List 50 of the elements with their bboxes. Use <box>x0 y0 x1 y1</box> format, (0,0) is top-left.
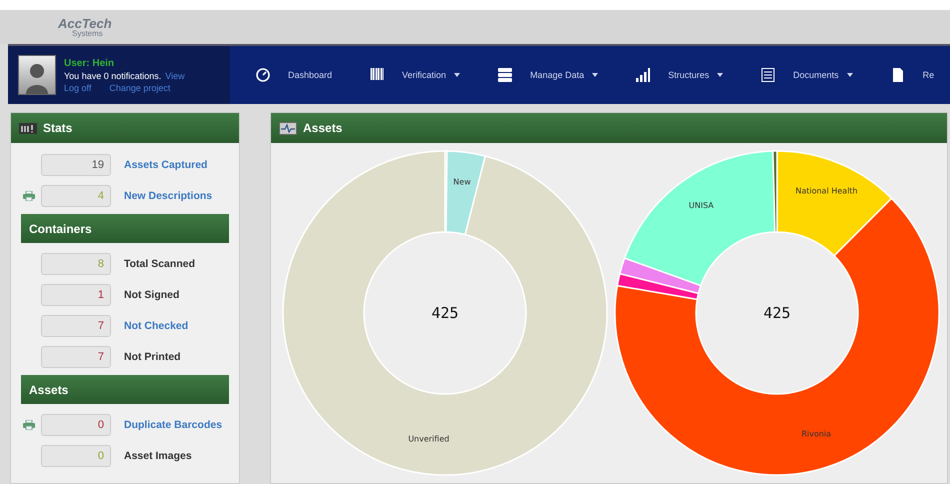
total-count: 425 <box>431 304 459 322</box>
gauge-icon[interactable] <box>256 68 270 82</box>
signal-bars-icon[interactable] <box>636 68 650 82</box>
slice-label: New <box>453 178 471 187</box>
printer-icon[interactable] <box>23 190 35 200</box>
stat-label: Asset Images <box>124 450 192 462</box>
server-icon[interactable] <box>498 68 512 82</box>
section-header: Assets <box>21 375 229 404</box>
section-header: Containers <box>21 214 229 243</box>
avatar-silhouette <box>18 55 56 95</box>
count-box: 0 <box>41 414 111 436</box>
stat-link[interactable]: Assets Captured <box>124 158 208 170</box>
user-link[interactable]: Log off <box>64 82 92 92</box>
count-box: 7 <box>41 346 111 368</box>
stat-link[interactable]: Duplicate Barcodes <box>124 418 222 430</box>
barcode-icon[interactable] <box>370 68 384 82</box>
printer-icon[interactable] <box>23 420 35 430</box>
nav-item[interactable]: Structures <box>610 46 736 104</box>
stat-label: Not Signed <box>124 288 180 300</box>
panel-title: Assets <box>303 121 342 135</box>
company-logo: AccTech Systems <box>58 16 112 38</box>
list-document-icon[interactable] <box>761 68 776 82</box>
stat-link[interactable]: Not Checked <box>124 320 188 332</box>
stat-label: Not Printed <box>124 350 181 362</box>
slice-label: Rivonia <box>801 429 832 438</box>
file-icon[interactable] <box>890 68 905 82</box>
count-box: 1 <box>41 284 111 306</box>
stat-link[interactable]: New Descriptions <box>124 190 212 202</box>
slice-label: Unverified <box>408 434 450 444</box>
slice-label: National Health <box>795 186 858 196</box>
count-box: 8 <box>41 252 111 274</box>
panel-title: Stats <box>43 121 72 135</box>
nav-item[interactable]: Re <box>864 46 946 104</box>
nav-item[interactable]: Verification <box>344 46 472 104</box>
notifications-text: You have 0 notifications. <box>64 70 162 80</box>
count-box: 4 <box>41 184 111 206</box>
total-count: 425 <box>763 304 791 322</box>
user-link[interactable]: Change project <box>109 82 170 92</box>
user-name: User: Hein <box>64 58 116 68</box>
view-link[interactable]: View <box>165 70 185 80</box>
slice-label: UNISA <box>688 201 714 210</box>
stat-label: Total Scanned <box>124 258 195 270</box>
count-box: 19 <box>41 154 111 176</box>
nav-item[interactable]: Documents <box>735 46 865 104</box>
nav-item[interactable]: Dashboard <box>230 46 344 104</box>
pulse-monitor-icon <box>279 122 297 134</box>
nav-item[interactable]: Manage Data <box>472 46 610 104</box>
stats-icon <box>19 122 37 134</box>
count-box: 7 <box>41 314 111 336</box>
count-box: 0 <box>41 444 111 466</box>
